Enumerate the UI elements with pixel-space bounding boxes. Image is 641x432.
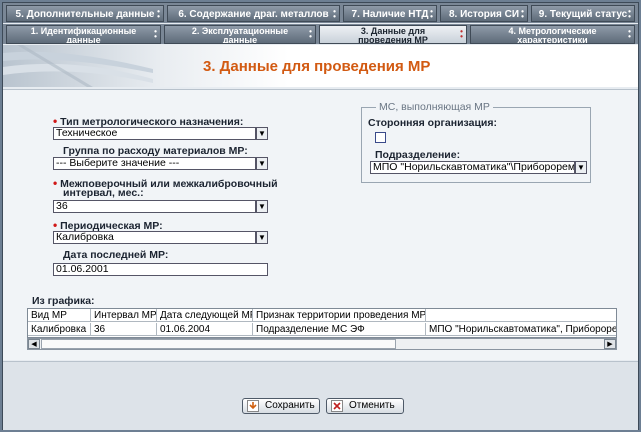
- tab-dots-icon: • •: [333, 7, 336, 21]
- tab-dots-icon: • •: [154, 27, 157, 41]
- interval-label-line2: интервал, мес.:: [63, 187, 144, 199]
- third-party-checkbox[interactable]: [375, 132, 386, 143]
- tab-identification[interactable]: 1. Идентификационные данные • •: [6, 25, 161, 44]
- tab-label: 7. Наличие НТД: [351, 9, 429, 20]
- required-marker-icon: •: [53, 114, 58, 128]
- tab-dots-icon: • •: [460, 27, 463, 41]
- column-header: Дата следующей МР: [157, 309, 253, 322]
- tab-ntd[interactable]: 7. Наличие НТД • •: [343, 5, 437, 22]
- footer-bar: Сохранить Отменить: [3, 361, 638, 430]
- header-banner: 3. Данные для проведения МР: [3, 45, 638, 87]
- tab-dots-icon: • •: [628, 27, 631, 41]
- tab-current-status[interactable]: 9. Текущий статус • •: [531, 5, 635, 22]
- form-area: • Тип метрологического назначения: Техни…: [3, 89, 638, 360]
- table-cell: 01.06.2004: [157, 323, 253, 336]
- periodic-mr-label: • Периодическая МР:: [53, 218, 163, 232]
- required-marker-icon: •: [53, 218, 58, 232]
- metro-type-select[interactable]: Техническое: [53, 127, 256, 140]
- tab-metrological[interactable]: 4. Метрологические характеристики • •: [470, 25, 635, 44]
- cancel-button-label: Отменить: [349, 400, 395, 411]
- horizontal-scrollbar[interactable]: ◀ ▶: [27, 338, 617, 350]
- tab-bar-bottom: 1. Идентификационные данные • • 2. Эксплуат…: [3, 24, 638, 44]
- column-header: Вид МР: [28, 309, 91, 322]
- metro-type-label: • Тип метрологического назначения:: [53, 114, 243, 128]
- tab-dots-icon: • •: [309, 27, 312, 41]
- chevron-down-icon[interactable]: ▼: [256, 127, 268, 140]
- column-header: Интервал МР: [91, 309, 157, 322]
- cancel-button[interactable]: Отменить: [326, 398, 404, 414]
- last-mr-date-label: Дата последней МР:: [63, 249, 169, 261]
- tab-label-line2: характеристики: [517, 35, 588, 44]
- column-header: [426, 309, 616, 322]
- periodic-mr-select[interactable]: Калибровка: [53, 231, 256, 244]
- material-group-label: Группа по расходу материалов МР:: [63, 145, 248, 157]
- save-button-label: Сохранить: [265, 400, 315, 411]
- tab-precious-metals[interactable]: 6. Содержание драг. металлов • •: [167, 5, 340, 22]
- tab-bar-top: 5. Дополнительные данные • • 6. Содержание…: [3, 3, 638, 23]
- tab-operational[interactable]: 2. Эксплуатационные данные • •: [164, 25, 316, 44]
- ms-group-legend: МС, выполняющая МР: [376, 101, 493, 113]
- tab-dots-icon: • •: [430, 7, 433, 21]
- required-marker-icon: •: [53, 176, 58, 190]
- tab-label: 8. История СИ: [448, 9, 520, 20]
- scrollbar-thumb[interactable]: [41, 339, 396, 349]
- ms-group-box: МС, выполняющая МР Сторонняя организация…: [361, 101, 591, 183]
- division-select[interactable]: МПО "Норильскавтоматика"\Приборорем: [370, 161, 575, 174]
- tab-dots-icon: • •: [628, 7, 631, 21]
- scroll-left-icon[interactable]: ◀: [28, 339, 40, 349]
- decorative-graphic-icon: [3, 45, 153, 87]
- tab-label-line2: данные: [66, 35, 101, 44]
- table-cell: Подразделение МС ЭФ: [253, 323, 426, 336]
- schedule-table: Вид МР Интервал МР Дата следующей МР При…: [27, 308, 617, 338]
- last-mr-date-input[interactable]: 01.06.2001: [53, 263, 268, 276]
- tab-history[interactable]: 8. История СИ • •: [440, 5, 528, 22]
- material-group-select[interactable]: --- Выберите значение ---: [53, 157, 256, 170]
- scroll-right-icon[interactable]: ▶: [604, 339, 616, 349]
- table-cell: МПО "Норильскавтоматика", Приборорем: [426, 323, 616, 336]
- chevron-down-icon[interactable]: ▼: [256, 157, 268, 170]
- column-header: Признак территории проведения МР: [253, 309, 426, 322]
- division-label: Подразделение:: [375, 149, 461, 161]
- table-cell: Калибровка: [28, 323, 91, 336]
- chevron-down-icon[interactable]: ▼: [256, 200, 268, 213]
- tab-label: 6. Содержание драг. металлов: [178, 9, 329, 20]
- chevron-down-icon[interactable]: ▼: [575, 161, 587, 174]
- tab-mr-data[interactable]: 3. Данные для проведения МР • •: [319, 25, 467, 44]
- tab-label-line2: данные: [222, 35, 258, 44]
- cancel-icon: [331, 400, 343, 412]
- tab-label-line2: проведения МР: [358, 35, 428, 44]
- tab-label: 5. Дополнительные данные: [15, 9, 155, 20]
- tab-label: 9. Текущий статус: [538, 9, 628, 20]
- tab-dots-icon: • •: [521, 7, 524, 21]
- schedule-label: Из графика:: [32, 295, 95, 307]
- table-cell: 36: [91, 323, 157, 336]
- tab-dots-icon: • •: [157, 7, 160, 21]
- interval-select[interactable]: 36: [53, 200, 256, 213]
- window-frame: 5. Дополнительные данные • • 6. Содержание…: [2, 2, 639, 430]
- third-party-label: Сторонняя организация:: [368, 117, 497, 129]
- save-icon: [247, 400, 259, 412]
- save-button[interactable]: Сохранить: [242, 398, 320, 414]
- chevron-down-icon[interactable]: ▼: [256, 231, 268, 244]
- tab-additional-data[interactable]: 5. Дополнительные данные • •: [6, 5, 164, 22]
- page-title: 3. Данные для проведения МР: [203, 58, 431, 75]
